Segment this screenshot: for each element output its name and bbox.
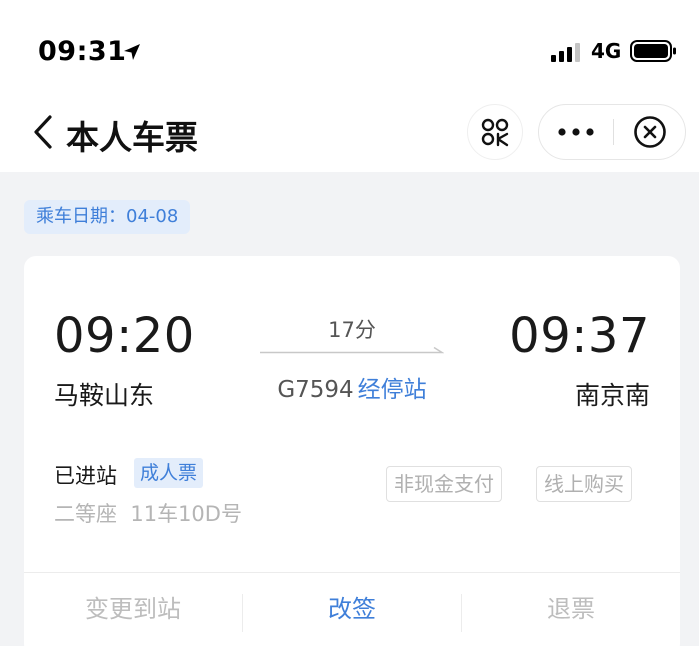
location-arrow-icon bbox=[124, 44, 140, 60]
qr-scan-button[interactable] bbox=[467, 104, 523, 160]
train-number: G7594 bbox=[277, 377, 354, 403]
network-type-label: 4G bbox=[591, 39, 622, 63]
trip-duration: 17分 bbox=[328, 318, 376, 342]
change-station-button[interactable]: 变更到站 bbox=[24, 572, 242, 646]
refund-button[interactable]: 退票 bbox=[462, 572, 680, 646]
close-circle-icon bbox=[634, 116, 666, 148]
content-area: 乘车日期：04-08 09:20 马鞍山东 17分 G7594 经停站 09:37… bbox=[0, 172, 699, 646]
departure-time: 09:20 bbox=[54, 308, 195, 364]
departure-station: 马鞍山东 bbox=[54, 381, 155, 410]
online-purchase-tag: 线上购买 bbox=[536, 466, 632, 502]
travel-date-tag: 乘车日期：04-08 bbox=[24, 200, 191, 234]
qr-scan-icon bbox=[481, 118, 509, 147]
reschedule-button[interactable]: 改签 bbox=[243, 572, 461, 646]
cellular-signal-icon bbox=[551, 43, 580, 62]
entry-status: 已进站 bbox=[54, 464, 117, 488]
status-time: 09:31 bbox=[38, 36, 127, 67]
more-dots-icon bbox=[558, 128, 594, 136]
seat-info: 二等座 11车10D号 bbox=[54, 502, 242, 526]
arrival-station: 南京南 bbox=[574, 381, 650, 410]
ticket-type-tag: 成人票 bbox=[134, 458, 204, 488]
close-button[interactable] bbox=[614, 105, 686, 159]
ticket-card[interactable]: 09:20 马鞍山东 17分 G7594 经停站 09:37 南京南 已进站 成人… bbox=[24, 256, 680, 646]
page-title: 本人车票 bbox=[66, 118, 198, 157]
route-arrow-icon bbox=[260, 346, 444, 354]
back-chevron-icon[interactable] bbox=[30, 112, 60, 152]
train-info: G7594 经停站 bbox=[224, 370, 480, 404]
status-bar: 09:31 4G bbox=[0, 0, 699, 100]
arrival-time: 09:37 bbox=[509, 308, 650, 364]
nav-bar: 本人车票 bbox=[0, 100, 699, 172]
more-button[interactable] bbox=[539, 105, 613, 159]
battery-icon bbox=[630, 40, 676, 62]
stops-link[interactable]: 经停站 bbox=[358, 377, 427, 403]
non-cash-payment-tag: 非现金支付 bbox=[386, 466, 502, 502]
mini-program-capsule bbox=[538, 104, 686, 160]
